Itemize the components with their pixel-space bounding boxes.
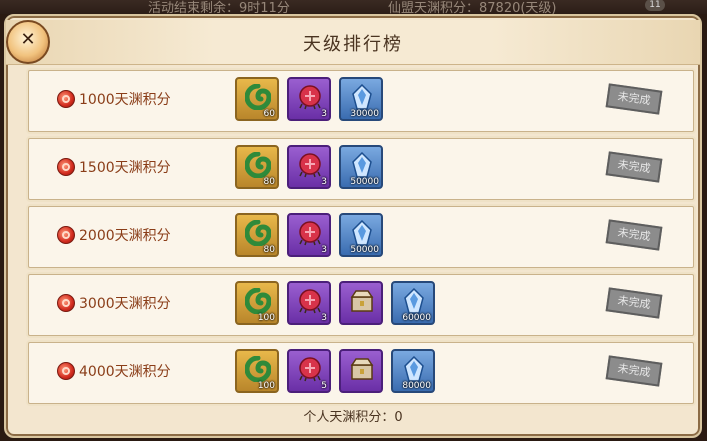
reward-item[interactable]: 5 [287, 349, 331, 393]
item-quantity: 60000 [402, 313, 431, 323]
reward-row: 1000天渊积分 60 3 30000 未完成 [28, 70, 694, 132]
item-quantity: 3 [321, 245, 327, 255]
background-status-strip: 活动结束剩余：9时11分 仙盟天渊积分：87820(天级) 11 [0, 0, 707, 16]
item-quantity: 100 [257, 381, 275, 391]
incomplete-status-stamp: 未完成 [605, 355, 663, 387]
reward-items: 100 5 80000 [235, 349, 443, 393]
score-token-icon [57, 158, 75, 176]
reward-item[interactable]: 80 [235, 213, 279, 257]
item-quantity: 50000 [350, 177, 379, 187]
blue-crystal-icon [349, 219, 375, 246]
reward-row: 4000天渊积分 100 5 80000 未完成 [28, 342, 694, 404]
personal-score-text: 个人天渊积分：0 [303, 410, 403, 425]
reward-row: 3000天渊积分 100 3 60000 未完成 [28, 274, 694, 336]
reward-item[interactable]: 50000 [339, 145, 383, 189]
page-title: 天级排行榜 [303, 34, 403, 55]
treasure-chest-icon [349, 288, 375, 314]
reward-list: 1000天渊积分 60 3 30000 未完成 1500天渊积分 80 3 50000 未完成 20… [28, 70, 694, 410]
threshold-text: 1000天渊积分 [79, 92, 171, 108]
item-quantity: 60 [263, 109, 275, 119]
item-quantity: 3 [321, 177, 327, 187]
reward-items: 80 3 50000 [235, 213, 391, 257]
reward-items: 100 3 60000 [235, 281, 443, 325]
score-token-icon [57, 90, 75, 108]
panel-header: ✕ 天级排行榜 [6, 20, 700, 65]
item-quantity: 80 [263, 177, 275, 187]
reward-item[interactable]: 60000 [391, 281, 435, 325]
reward-items: 80 3 50000 [235, 145, 391, 189]
threshold-label: 4000天渊积分 [57, 361, 171, 381]
item-quantity: 80000 [402, 381, 431, 391]
green-jade-icon [244, 219, 272, 247]
reward-item[interactable]: 30000 [339, 77, 383, 121]
threshold-text: 1500天渊积分 [79, 160, 171, 176]
threshold-text: 4000天渊积分 [79, 364, 171, 380]
reward-item[interactable] [339, 349, 383, 393]
reward-item[interactable]: 3 [287, 145, 331, 189]
incomplete-status-stamp: 未完成 [605, 83, 663, 115]
incomplete-status-stamp: 未完成 [605, 219, 663, 251]
item-quantity: 100 [257, 313, 275, 323]
blue-crystal-icon [349, 83, 375, 110]
incomplete-status-stamp: 未完成 [605, 151, 663, 183]
threshold-text: 3000天渊积分 [79, 296, 171, 312]
item-quantity: 50000 [350, 245, 379, 255]
red-orb-icon [297, 152, 323, 178]
red-orb-icon [297, 220, 323, 246]
reward-item[interactable]: 80000 [391, 349, 435, 393]
red-orb-icon [297, 356, 323, 382]
red-orb-icon [297, 288, 323, 314]
reward-items: 60 3 30000 [235, 77, 391, 121]
green-jade-icon [244, 151, 272, 179]
blue-crystal-icon [401, 355, 427, 382]
threshold-label: 3000天渊积分 [57, 293, 171, 313]
blue-crystal-icon [401, 287, 427, 314]
threshold-label: 2000天渊积分 [57, 225, 171, 245]
green-jade-icon [244, 355, 272, 383]
score-token-icon [57, 362, 75, 380]
red-orb-icon [297, 84, 323, 110]
green-jade-icon [244, 287, 272, 315]
ranking-panel: ✕ 天级排行榜 1000天渊积分 60 3 30000 未完成 1500天渊积分 80 3 50… [4, 14, 702, 438]
reward-item[interactable]: 3 [287, 213, 331, 257]
reward-item[interactable]: 3 [287, 281, 331, 325]
threshold-label: 1500天渊积分 [57, 157, 171, 177]
item-quantity: 30000 [350, 109, 379, 119]
reward-item[interactable]: 50000 [339, 213, 383, 257]
incomplete-status-stamp: 未完成 [605, 287, 663, 319]
treasure-chest-icon [349, 356, 375, 382]
item-quantity: 3 [321, 109, 327, 119]
threshold-text: 2000天渊积分 [79, 228, 171, 244]
reward-item[interactable]: 100 [235, 349, 279, 393]
item-quantity: 5 [321, 381, 327, 391]
reward-item[interactable]: 3 [287, 77, 331, 121]
reward-item[interactable] [339, 281, 383, 325]
reward-item[interactable]: 60 [235, 77, 279, 121]
green-jade-icon [244, 83, 272, 111]
threshold-label: 1000天渊积分 [57, 89, 171, 109]
reward-item[interactable]: 80 [235, 145, 279, 189]
score-token-icon [57, 294, 75, 312]
reward-item[interactable]: 100 [235, 281, 279, 325]
blue-crystal-icon [349, 151, 375, 178]
notification-count-badge: 11 [645, 0, 665, 11]
item-quantity: 80 [263, 245, 275, 255]
item-quantity: 3 [321, 313, 327, 323]
reward-row: 2000天渊积分 80 3 50000 未完成 [28, 206, 694, 268]
score-token-icon [57, 226, 75, 244]
reward-row: 1500天渊积分 80 3 50000 未完成 [28, 138, 694, 200]
